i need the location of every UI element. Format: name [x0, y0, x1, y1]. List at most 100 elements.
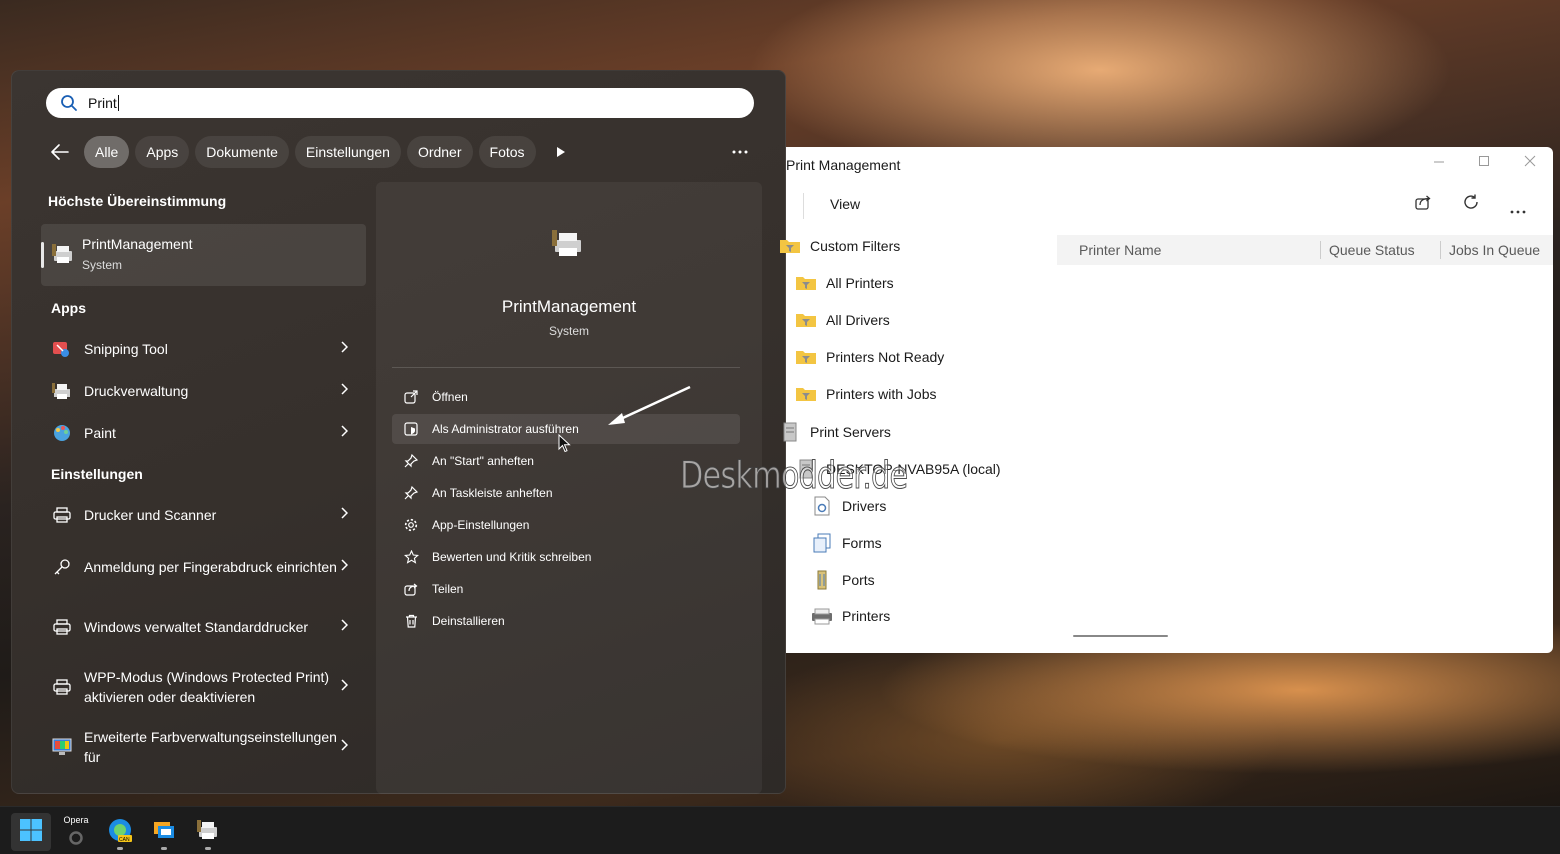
- apps-heading: Apps: [51, 300, 86, 316]
- action-uninstall[interactable]: Deinstallieren: [392, 606, 740, 636]
- column-printer-name[interactable]: Printer Name: [1079, 242, 1161, 258]
- gear-icon: [403, 518, 419, 532]
- search-input[interactable]: Print: [88, 95, 119, 111]
- best-match-item[interactable]: PrintManagement System: [41, 224, 366, 286]
- folder-filter-icon: [794, 385, 818, 403]
- action-app-settings[interactable]: App-Einstellungen: [392, 510, 740, 540]
- start-button[interactable]: [11, 813, 51, 851]
- preview-app-type: System: [548, 324, 589, 338]
- setting-drucker-und-scanner[interactable]: Drucker und Scanner: [41, 501, 366, 529]
- color-monitor-icon: [51, 738, 73, 756]
- watermark: Deskmodder.de: [680, 454, 909, 498]
- admin-shield-icon: [403, 422, 419, 436]
- running-indicator: [117, 847, 123, 850]
- action-label: Teilen: [432, 582, 464, 596]
- opera-icon: [69, 830, 83, 850]
- chevron-right-icon[interactable]: [340, 340, 349, 358]
- action-label: An "Start" anheften: [432, 454, 534, 468]
- tree-custom-filters[interactable]: Custom Filters: [778, 237, 900, 255]
- app-label: Snipping Tool: [84, 341, 168, 357]
- column-queue-status[interactable]: Queue Status: [1329, 242, 1415, 258]
- setting-label: WPP-Modus (Windows Protected Print) akti…: [84, 669, 330, 705]
- taskbar-opera[interactable]: Opera: [56, 813, 96, 851]
- taskbar-print-management[interactable]: [188, 813, 228, 851]
- port-icon: [810, 570, 834, 590]
- action-share[interactable]: Teilen: [392, 574, 740, 604]
- action-label: App-Einstellungen: [432, 518, 530, 532]
- chevron-right-icon[interactable]: [340, 618, 349, 636]
- tree-forms[interactable]: Forms: [810, 533, 882, 553]
- trash-icon: [403, 614, 419, 628]
- selection-indicator: [41, 242, 44, 268]
- edge-canary-icon: CAN: [107, 817, 133, 848]
- search-box[interactable]: Print: [46, 88, 754, 118]
- setting-wpp-modus[interactable]: WPP-Modus (Windows Protected Print) akti…: [41, 666, 366, 708]
- chevron-right-icon[interactable]: [340, 558, 349, 576]
- setting-farbverwaltung[interactable]: Erweiterte Farbverwaltungseinstellungen …: [41, 726, 366, 768]
- chevron-right-icon[interactable]: [340, 424, 349, 442]
- chevron-right-icon[interactable]: [340, 678, 349, 696]
- app-label: Druckverwaltung: [84, 383, 189, 399]
- chevron-right-icon[interactable]: [340, 506, 349, 524]
- filter-fotos[interactable]: Fotos: [478, 136, 536, 168]
- app-druckverwaltung[interactable]: Druckverwaltung: [41, 377, 366, 405]
- more-options-icon[interactable]: [732, 141, 748, 159]
- tree-all-drivers[interactable]: All Drivers: [794, 311, 890, 329]
- paint-icon: [51, 423, 73, 443]
- tree-printers[interactable]: Printers: [810, 607, 890, 625]
- folder-filter-icon: [778, 237, 802, 255]
- maximize-icon[interactable]: [1476, 153, 1492, 174]
- horizontal-scrollbar[interactable]: [1073, 635, 1168, 637]
- chevron-right-icon[interactable]: [340, 382, 349, 400]
- printer-icon: [810, 607, 834, 625]
- action-rate-review[interactable]: Bewerten und Kritik schreiben: [392, 542, 740, 572]
- tree-label: All Drivers: [826, 312, 890, 328]
- printer-icon: [51, 619, 73, 635]
- taskbar-edge-canary[interactable]: CAN: [100, 813, 140, 851]
- mouse-cursor-icon: [558, 433, 572, 459]
- share-icon: [403, 582, 419, 596]
- column-divider[interactable]: [1320, 241, 1321, 259]
- filter-einstellungen[interactable]: Einstellungen: [294, 136, 401, 168]
- annotation-arrow-icon: [600, 383, 695, 434]
- filter-alle[interactable]: Alle: [84, 136, 130, 168]
- filter-dokumente[interactable]: Dokumente: [195, 136, 289, 168]
- tree-printers-not-ready[interactable]: Printers Not Ready: [794, 348, 944, 366]
- driver-icon: [810, 496, 834, 516]
- column-jobs-in-queue[interactable]: Jobs In Queue: [1449, 242, 1540, 258]
- setting-label: Windows verwaltet Standarddrucker: [84, 619, 309, 635]
- minimize-icon[interactable]: [1431, 153, 1447, 174]
- chevron-right-icon[interactable]: [340, 738, 349, 756]
- view-menu[interactable]: View: [830, 196, 860, 212]
- play-icon[interactable]: [548, 136, 574, 168]
- close-icon[interactable]: [1522, 153, 1538, 174]
- key-icon: [51, 558, 73, 576]
- app-snipping-tool[interactable]: Snipping Tool: [41, 335, 366, 363]
- setting-fingerabdruck[interactable]: Anmeldung per Fingerabdruck einrichten: [41, 546, 366, 588]
- column-divider[interactable]: [1440, 241, 1441, 259]
- filter-apps[interactable]: Apps: [135, 136, 190, 168]
- tree-all-printers[interactable]: All Printers: [794, 274, 894, 292]
- remote-desktop-icon: [152, 818, 176, 847]
- tree-drivers[interactable]: Drivers: [810, 496, 886, 516]
- taskbar: Opera CAN: [0, 806, 1560, 854]
- app-label: Paint: [84, 425, 116, 441]
- server-icon: [778, 422, 802, 442]
- share-icon[interactable]: [1414, 193, 1432, 216]
- tree-ports[interactable]: Ports: [810, 570, 875, 590]
- folder-filter-icon: [794, 311, 818, 329]
- setting-label: Erweiterte Farbverwaltungseinstellungen …: [84, 729, 337, 765]
- tree-label: All Printers: [826, 275, 894, 291]
- refresh-icon[interactable]: [1462, 193, 1480, 216]
- tree-label: Drivers: [842, 498, 887, 514]
- taskbar-remote-desktop[interactable]: [144, 813, 184, 851]
- setting-standarddrucker[interactable]: Windows verwaltet Standarddrucker: [41, 606, 366, 648]
- app-paint[interactable]: Paint: [41, 419, 366, 447]
- more-options-icon[interactable]: [1510, 201, 1526, 219]
- action-label: Deinstallieren: [432, 614, 505, 628]
- tree-printers-with-jobs[interactable]: Printers with Jobs: [794, 385, 936, 403]
- tree-label: Forms: [842, 535, 882, 551]
- filter-ordner[interactable]: Ordner: [406, 136, 473, 168]
- back-arrow-icon[interactable]: [48, 140, 72, 164]
- tree-print-servers[interactable]: Print Servers: [778, 422, 891, 442]
